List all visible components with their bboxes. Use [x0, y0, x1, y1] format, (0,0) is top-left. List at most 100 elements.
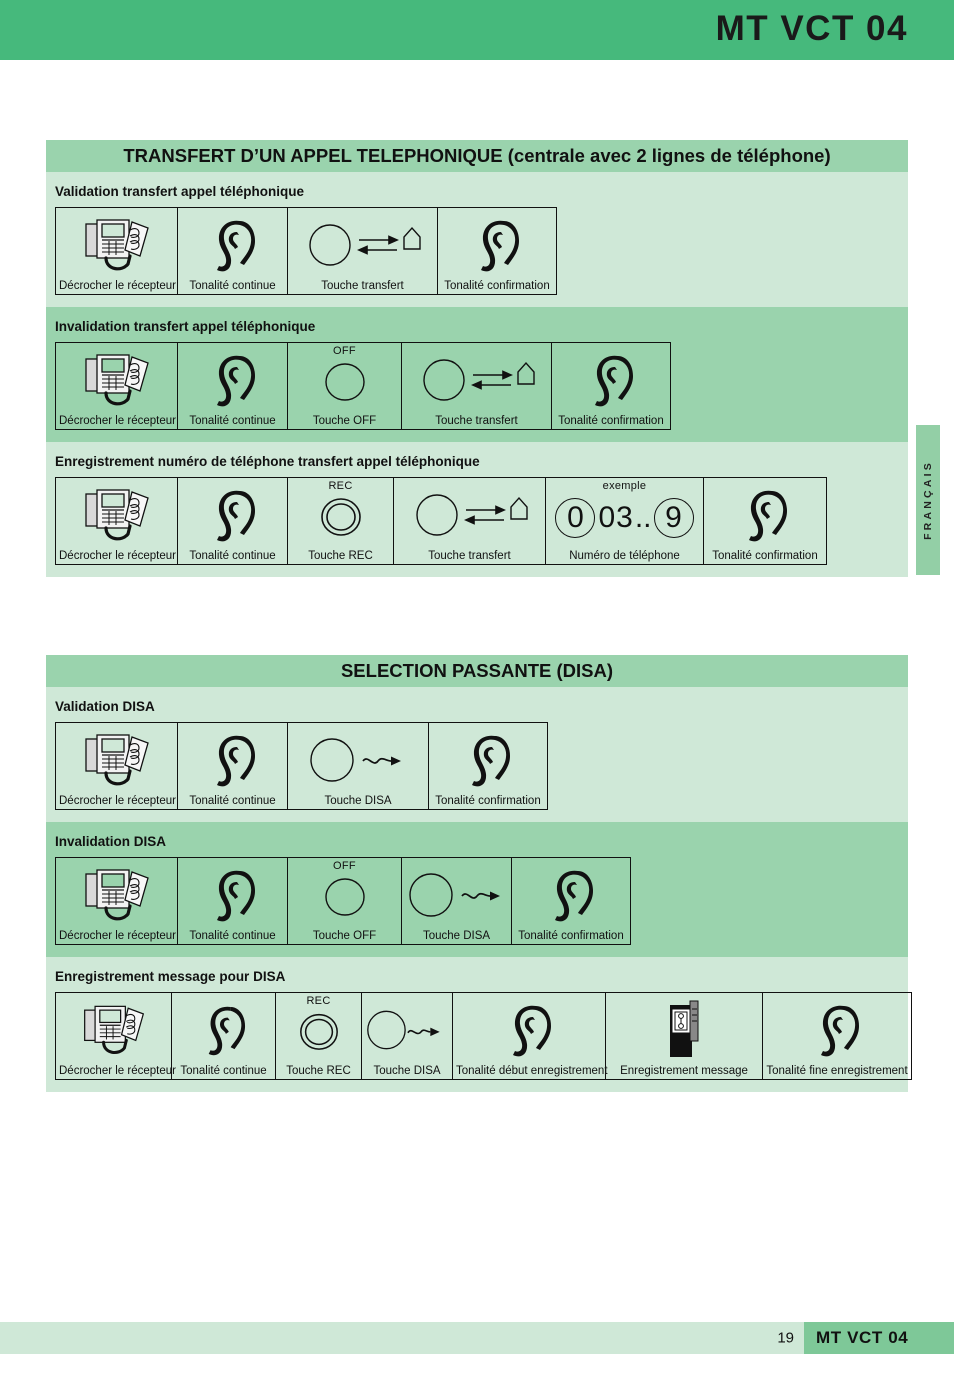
- section-disa-header: SELECTION PASSANTE (DISA): [46, 655, 908, 687]
- step-disa-key-caption: Touche DISA: [373, 1065, 441, 1077]
- subsection-enregistrement-numero-title: Enregistrement numéro de téléphone trans…: [55, 454, 480, 469]
- disa-key-icon: [362, 993, 452, 1064]
- ear-icon: [453, 993, 605, 1064]
- phone-number-digit-3: 3: [616, 500, 633, 534]
- ear-icon: [763, 993, 911, 1064]
- phone-number-digit-2: 0: [598, 500, 616, 534]
- page-number: 19: [777, 1329, 794, 1347]
- subsection-validation-disa-title: Validation DISA: [55, 699, 155, 714]
- section-transfert: TRANSFERT D’UN APPEL TELEPHONIQUE (centr…: [46, 140, 908, 577]
- step-disa-key: Touche DISA: [362, 993, 453, 1079]
- rec-label: REC: [328, 480, 353, 492]
- subsection-invalidation-transfert: Invalidation transfert appel téléphoniqu…: [46, 307, 908, 442]
- step-confirm-tone-caption: Tonalité confirmation: [518, 930, 624, 942]
- step-continuous-tone-caption: Tonalité continue: [189, 930, 276, 942]
- ear-icon: [704, 478, 826, 549]
- phone-number-digit-circled-first: 0: [555, 497, 596, 538]
- ear-icon: [552, 343, 670, 414]
- step-pickup: Décrocher le récepteur: [56, 478, 178, 564]
- steps-validation-disa: Décrocher le récepteur Tonalité continue: [55, 722, 548, 810]
- subsection-enregistrement-message-disa: Enregistrement message pour DISA Décroch…: [46, 957, 912, 1092]
- step-continuous-tone-caption: Tonalité continue: [189, 550, 276, 562]
- step-pickup-caption: Décrocher le récepteur: [59, 930, 176, 942]
- steps-enregistrement-message-disa: Décrocher le récepteur Tonalité continue…: [55, 992, 912, 1080]
- step-phone-number: exemple 0 0 3 .. 9 Numéro de téléphone: [546, 478, 704, 564]
- step-off-key-caption: Touche OFF: [312, 930, 377, 942]
- page-title: MT VCT 04: [715, 9, 908, 49]
- step-confirm-tone-caption: Tonalité confirmation: [444, 280, 550, 292]
- transfer-key-icon: [288, 208, 437, 279]
- disa-key-icon: [402, 858, 511, 929]
- step-confirm-tone: Tonalité confirmation: [512, 858, 630, 944]
- subsection-validation-transfert-title: Validation transfert appel téléphonique: [55, 184, 305, 199]
- step-confirm-tone-caption: Tonalité confirmation: [435, 795, 541, 807]
- disa-key-icon: [288, 723, 428, 794]
- step-off-key: OFF Touche OFF: [288, 343, 402, 429]
- subsection-enregistrement-numero: Enregistrement numéro de téléphone trans…: [46, 442, 908, 577]
- transfer-key-icon: [402, 343, 551, 414]
- step-confirm-tone-caption: Tonalité confirmation: [558, 415, 664, 427]
- telephone-handset-icon: [56, 478, 177, 549]
- telephone-handset-icon: [56, 858, 177, 929]
- phone-number-digit-circled-last: 9: [653, 497, 694, 538]
- step-confirm-tone: Tonalité confirmation: [429, 723, 547, 809]
- step-continuous-tone: Tonalité continue: [178, 478, 288, 564]
- step-rec-key-caption: Touche REC: [308, 550, 373, 562]
- ear-icon: [178, 343, 287, 414]
- step-pickup-caption: Décrocher le récepteur: [59, 415, 176, 427]
- step-pickup-caption: Décrocher le récepteur: [59, 795, 176, 807]
- phone-number-dots: ..: [634, 500, 652, 534]
- off-label: OFF: [333, 860, 356, 872]
- step-phone-number-caption: Numéro de téléphone: [569, 550, 680, 562]
- steps-invalidation-transfert: Décrocher le récepteur Tonalité continue…: [55, 342, 671, 430]
- step-rec-end-tone-caption: Tonalité fine enregistrement: [766, 1065, 908, 1077]
- step-confirm-tone: Tonalité confirmation: [552, 343, 670, 429]
- step-transfer-key-caption: Touche transfert: [321, 280, 404, 292]
- step-continuous-tone: Tonalité continue: [172, 993, 276, 1079]
- rec-label: REC: [306, 995, 331, 1007]
- language-tab-label: FRANÇAIS: [922, 460, 934, 540]
- example-label: exemple: [602, 480, 647, 492]
- subsection-validation-disa: Validation DISA Décrocher le récepteur T…: [46, 687, 908, 822]
- step-confirm-tone: Tonalité confirmation: [704, 478, 826, 564]
- step-pickup-caption: Décrocher le récepteur: [59, 280, 176, 292]
- step-transfer-key: Touche transfert: [394, 478, 546, 564]
- step-continuous-tone: Tonalité continue: [178, 858, 288, 944]
- section-disa: SELECTION PASSANTE (DISA) Validation DIS…: [46, 655, 912, 1092]
- step-rec-end-tone: Tonalité fine enregistrement: [763, 993, 911, 1079]
- footer-brand-box: MT VCT 04: [804, 1322, 954, 1354]
- step-rec-start-tone-caption: Tonalité début enregistrement: [456, 1065, 608, 1077]
- step-continuous-tone: Tonalité continue: [178, 343, 288, 429]
- step-continuous-tone: Tonalité continue: [178, 723, 288, 809]
- telephone-handset-icon: [56, 208, 177, 279]
- steps-invalidation-disa: Décrocher le récepteur Tonalité continue…: [55, 857, 631, 945]
- step-continuous-tone: Tonalité continue: [178, 208, 288, 294]
- step-continuous-tone-caption: Tonalité continue: [189, 415, 276, 427]
- ear-icon: [429, 723, 547, 794]
- steps-validation-transfert: Décrocher le récepteur Tonalité continue: [55, 207, 557, 295]
- ear-icon: [178, 478, 287, 549]
- step-transfer-key-caption: Touche transfert: [435, 415, 518, 427]
- step-rec-key: REC Touche REC: [288, 478, 394, 564]
- subsection-invalidation-disa: Invalidation DISA Décrocher le récepteur…: [46, 822, 908, 957]
- footer-brand: MT VCT 04: [816, 1328, 909, 1347]
- transfer-key-icon: [394, 478, 545, 549]
- subsection-invalidation-disa-title: Invalidation DISA: [55, 834, 167, 849]
- step-pickup: Décrocher le récepteur: [56, 723, 178, 809]
- footer: 19 MT VCT 04: [0, 1322, 954, 1354]
- language-tab: FRANÇAIS: [916, 425, 940, 575]
- ear-icon: [172, 993, 275, 1064]
- step-record-message: Enregistrement message: [606, 993, 763, 1079]
- section-transfert-title: TRANSFERT D’UN APPEL TELEPHONIQUE (centr…: [123, 145, 831, 166]
- step-pickup: Décrocher le récepteur: [56, 343, 178, 429]
- step-pickup: Décrocher le récepteur: [56, 208, 178, 294]
- step-pickup-caption: Décrocher le récepteur: [59, 550, 176, 562]
- step-off-key-caption: Touche OFF: [312, 415, 377, 427]
- subsection-invalidation-transfert-title: Invalidation transfert appel téléphoniqu…: [55, 319, 316, 334]
- ear-icon: [512, 858, 630, 929]
- step-continuous-tone-caption: Tonalité continue: [189, 280, 276, 292]
- telephone-handset-icon: [56, 993, 171, 1064]
- step-transfer-key: Touche transfert: [288, 208, 438, 294]
- step-disa-key: Touche DISA: [402, 858, 512, 944]
- off-label: OFF: [333, 345, 356, 357]
